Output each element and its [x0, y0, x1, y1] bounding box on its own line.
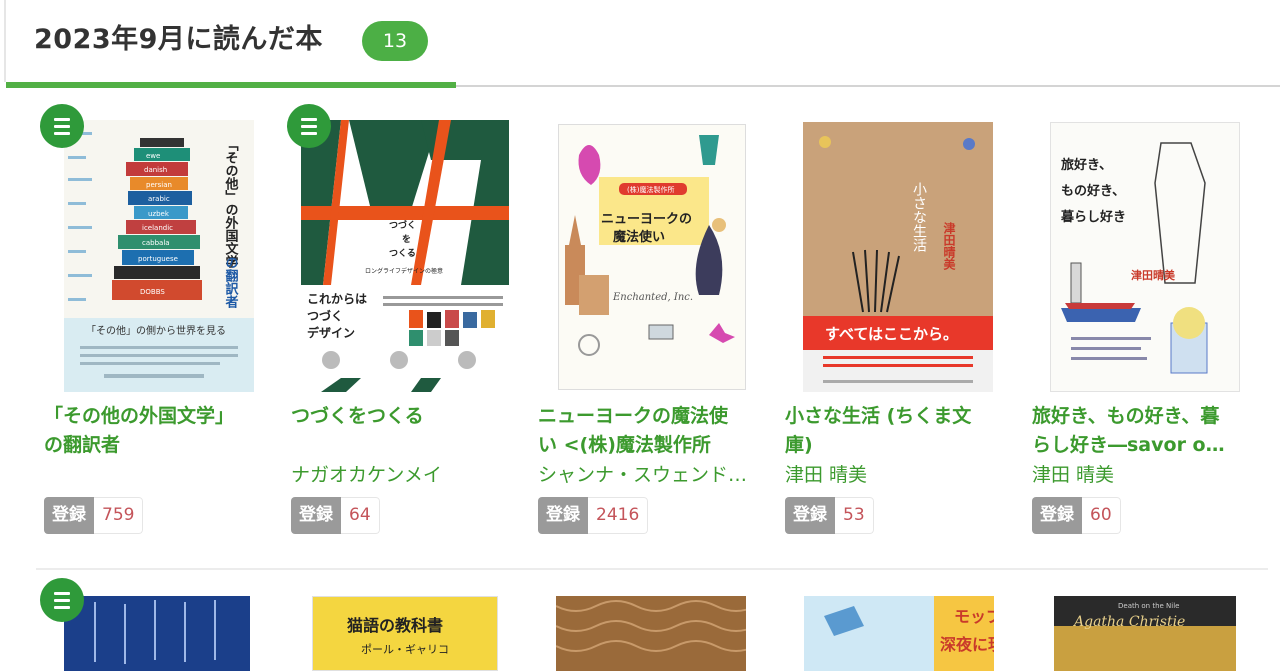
cover-art-christie: Death on the Nile Agatha Christie — [1054, 596, 1236, 671]
book-card: 小さな生活 津田晴美 すべてはここから。 小さな生活 (ちくま文庫) 津田 晴美… — [785, 0, 995, 540]
svg-text:「その他」の外国文学: 「その他」の外国文学 — [223, 138, 240, 269]
register-label: 登録 — [785, 497, 835, 534]
register-count[interactable]: 登録 64 — [291, 497, 380, 534]
register-count[interactable]: 登録 60 — [1032, 497, 1121, 534]
book-card: 旅好き、 もの好き、 暮らし好き 津田晴美 旅好き、もの好き、暮らし好き―sav… — [1032, 0, 1242, 540]
svg-text:小さな生活: 小さな生活 — [911, 182, 927, 252]
svg-text:ewe: ewe — [146, 152, 160, 160]
book-card: つづく を つくる ロングライフデザインの極意 これからは つづく デザイン つ… — [291, 0, 509, 540]
svg-text:portuguese: portuguese — [138, 255, 178, 263]
book-cover[interactable] — [64, 596, 250, 671]
svg-text:つくる: つくる — [389, 248, 416, 259]
svg-text:cabbala: cabbala — [142, 239, 170, 247]
register-count-value: 60 — [1082, 497, 1121, 534]
book-author[interactable]: 津田 晴美 — [785, 462, 1000, 488]
cover-art-hair — [556, 596, 746, 671]
cover-art-enchanted: (株)魔法製作所 ニューヨークの 魔法使い Enchanted, Inc. — [559, 125, 745, 389]
cover-art-blue — [64, 596, 250, 671]
svg-text:津田晴美: 津田晴美 — [1131, 268, 1176, 282]
register-label: 登録 — [291, 497, 341, 534]
cover-art-nekogo: 猫語の教科書 ポール・ギャリコ — [313, 597, 497, 670]
book-author[interactable]: 津田 晴美 — [1032, 462, 1247, 488]
svg-text:深夜に現: 深夜に現 — [940, 635, 994, 654]
cover-art-chiisana: 小さな生活 津田晴美 すべてはここから。 — [803, 122, 993, 392]
register-label: 登録 — [1032, 497, 1082, 534]
hamburger-menu-icon[interactable] — [40, 104, 84, 148]
svg-text:魔法使い: 魔法使い — [613, 229, 665, 245]
register-count-value: 53 — [835, 497, 874, 534]
svg-text:を: を — [402, 234, 411, 245]
book-card: (株)魔法製作所 ニューヨークの 魔法使い Enchanted, Inc. ニュ… — [538, 0, 753, 540]
book-cover[interactable]: 小さな生活 津田晴美 すべてはここから。 — [803, 122, 993, 392]
book-author[interactable]: ナガオカケンメイ — [291, 462, 506, 488]
register-label: 登録 — [44, 497, 94, 534]
book-cover[interactable]: (株)魔法製作所 ニューヨークの 魔法使い Enchanted, Inc. — [558, 124, 746, 390]
book-cover[interactable]: 猫語の教科書 ポール・ギャリコ — [312, 596, 498, 671]
svg-text:ニューヨークの: ニューヨークの — [601, 212, 692, 227]
book-cover[interactable]: モップの 深夜に現 — [804, 596, 994, 671]
row-divider — [36, 568, 1268, 570]
book-card: ewe danish persian arabic uzbek icelandi… — [44, 0, 254, 540]
svg-text:arabic: arabic — [148, 195, 170, 203]
svg-text:Agatha Christie: Agatha Christie — [1072, 614, 1185, 630]
register-count[interactable]: 登録 2416 — [538, 497, 649, 534]
svg-text:旅好き、: 旅好き、 — [1061, 157, 1112, 173]
svg-text:モップの: モップの — [954, 607, 994, 626]
book-cover[interactable]: ewe danish persian arabic uzbek icelandi… — [64, 120, 254, 392]
svg-text:これからは: これからは — [307, 292, 367, 306]
svg-text:uzbek: uzbek — [148, 210, 170, 218]
register-count-value: 64 — [341, 497, 380, 534]
svg-text:Enchanted, Inc.: Enchanted, Inc. — [612, 292, 693, 303]
book-title[interactable]: つづくをつくる — [291, 402, 491, 460]
svg-text:persian: persian — [146, 181, 172, 189]
svg-text:デザイン: デザイン — [307, 325, 355, 340]
svg-text:(株)魔法製作所: (株)魔法製作所 — [627, 185, 674, 194]
register-count[interactable]: 登録 53 — [785, 497, 874, 534]
svg-text:「その他」の側から世界を見る: 「その他」の側から世界を見る — [86, 324, 226, 337]
book-title[interactable]: 旅好き、もの好き、暮らし好き―savor o… — [1032, 402, 1232, 460]
svg-text:つづく: つづく — [389, 219, 416, 231]
register-count[interactable]: 登録 759 — [44, 497, 144, 534]
svg-text:すべてはここから。: すべてはここから。 — [825, 325, 958, 343]
svg-text:津田晴美: 津田晴美 — [942, 221, 956, 271]
book-title[interactable]: ニューヨークの魔法使い <(株)魔法製作所 — [538, 402, 738, 460]
book-cover[interactable]: つづく を つくる ロングライフデザインの極意 これからは つづく デザイン — [301, 120, 509, 392]
svg-text:ロングライフデザインの極意: ロングライフデザインの極意 — [365, 267, 443, 275]
svg-text:暮らし好き: 暮らし好き — [1060, 209, 1126, 225]
svg-text:もの好き、: もの好き、 — [1061, 183, 1125, 199]
svg-text:の翻訳者: の翻訳者 — [223, 256, 240, 309]
cover-art-tabizuki: 旅好き、 もの好き、 暮らし好き 津田晴美 — [1051, 123, 1239, 391]
book-title[interactable]: 「その他の外国文学」の翻訳者 — [44, 402, 244, 460]
svg-text:DOBBS: DOBBS — [140, 288, 165, 296]
svg-text:Death on the Nile: Death on the Nile — [1118, 602, 1179, 610]
book-title[interactable]: 小さな生活 (ちくま文庫) — [785, 402, 985, 460]
register-label: 登録 — [538, 497, 588, 534]
hamburger-menu-icon[interactable] — [40, 578, 84, 622]
book-cover[interactable] — [556, 596, 746, 671]
svg-text:danish: danish — [144, 166, 167, 174]
svg-text:ポール・ギャリコ: ポール・ギャリコ — [361, 643, 449, 656]
cover-art-tsuzuku: つづく を つくる ロングライフデザインの極意 これからは つづく デザイン — [301, 120, 509, 392]
cover-art-mop: モップの 深夜に現 — [804, 596, 994, 671]
svg-text:猫語の教科書: 猫語の教科書 — [347, 616, 443, 635]
cover-art-translators: ewe danish persian arabic uzbek icelandi… — [64, 120, 254, 392]
svg-text:つづく: つづく — [307, 308, 343, 323]
svg-text:icelandic: icelandic — [142, 224, 173, 232]
book-author[interactable]: シャンナ・スウェンドソン — [538, 462, 753, 488]
book-cover[interactable]: 旅好き、 もの好き、 暮らし好き 津田晴美 — [1050, 122, 1240, 392]
register-count-value: 759 — [94, 497, 144, 534]
hamburger-menu-icon[interactable] — [287, 104, 331, 148]
book-cover[interactable]: Death on the Nile Agatha Christie — [1054, 596, 1236, 671]
register-count-value: 2416 — [588, 497, 649, 534]
